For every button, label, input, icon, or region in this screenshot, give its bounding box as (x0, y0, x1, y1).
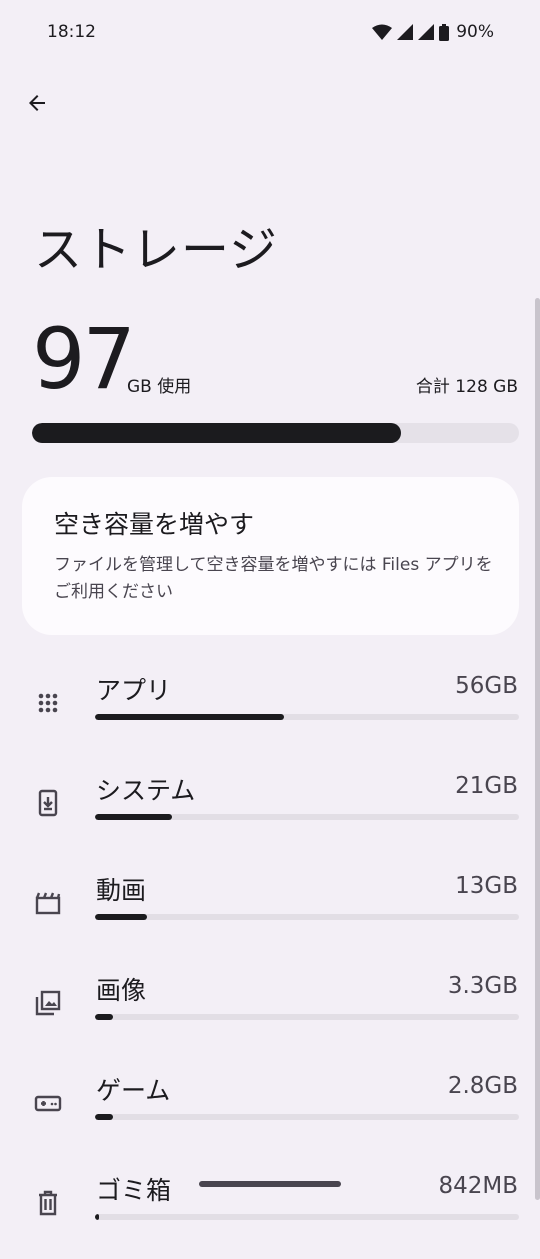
category-size: 21GB (455, 773, 518, 799)
card-title: 空き容量を増やす (54, 510, 255, 539)
category-size: 56GB (455, 673, 518, 699)
category-bar-fill (95, 1114, 114, 1120)
category-bar (95, 1214, 519, 1220)
status-icons: 90% (372, 22, 494, 42)
free-up-space-card[interactable]: 空き容量を増やす ファイルを管理して空き容量を増やすには Files アプリをご… (22, 477, 519, 635)
category-bar (95, 814, 519, 820)
apps-grid-icon (34, 689, 62, 717)
signal-icon (397, 24, 414, 40)
category-system[interactable]: システム 21GB (0, 769, 540, 859)
category-bar (95, 914, 519, 920)
status-time: 18:12 (47, 22, 96, 42)
category-images[interactable]: 画像 3.3GB (0, 969, 540, 1059)
used-storage-unit: GB 使用 (127, 377, 192, 397)
storage-usage-bar-fill (32, 423, 402, 443)
photo-library-icon (34, 989, 62, 1017)
category-bar (95, 1014, 519, 1020)
category-bar (95, 1114, 519, 1120)
storage-usage-bar (32, 423, 519, 443)
category-label: 動画 (96, 876, 147, 905)
category-bar-fill (95, 914, 148, 920)
trash-icon (34, 1189, 62, 1217)
total-storage-label: 合計 128 GB (415, 377, 518, 397)
page-title: ストレージ (34, 222, 279, 278)
category-size: 842MB (438, 1173, 518, 1199)
category-size: 13GB (455, 873, 518, 899)
category-videos[interactable]: 動画 13GB (0, 869, 540, 959)
category-bar-fill (95, 1014, 114, 1020)
signal-icon-2 (418, 24, 435, 40)
gamepad-icon (34, 1089, 62, 1117)
back-button[interactable] (16, 82, 58, 124)
arrow-back-icon (29, 95, 45, 111)
movie-clapper-icon (34, 889, 62, 917)
wifi-icon (372, 24, 393, 40)
category-label: システム (96, 776, 196, 805)
category-size: 3.3GB (447, 973, 518, 999)
category-games[interactable]: ゲーム 2.8GB (0, 1069, 540, 1159)
status-bar: 18:12 90% (0, 0, 540, 66)
category-label: ゴミ箱 (96, 1176, 172, 1205)
category-size: 2.8GB (447, 1073, 518, 1099)
category-bar (95, 714, 519, 720)
system-update-icon (34, 789, 62, 817)
category-apps[interactable]: アプリ 56GB (0, 669, 540, 759)
battery-percent: 90% (456, 22, 494, 42)
scrollbar[interactable] (535, 298, 540, 1200)
used-storage-number: 97 (32, 310, 136, 408)
category-bar-fill (95, 814, 173, 820)
category-label: ゲーム (96, 1076, 171, 1105)
card-description: ファイルを管理して空き容量を増やすには Files アプリをご利用ください (54, 555, 493, 602)
category-label: アプリ (96, 676, 172, 705)
battery-icon (439, 23, 450, 41)
category-bar-fill (95, 1214, 100, 1220)
category-label: 画像 (96, 976, 147, 1005)
gesture-navigation-bar[interactable] (199, 1181, 341, 1187)
category-bar-fill (95, 714, 284, 720)
